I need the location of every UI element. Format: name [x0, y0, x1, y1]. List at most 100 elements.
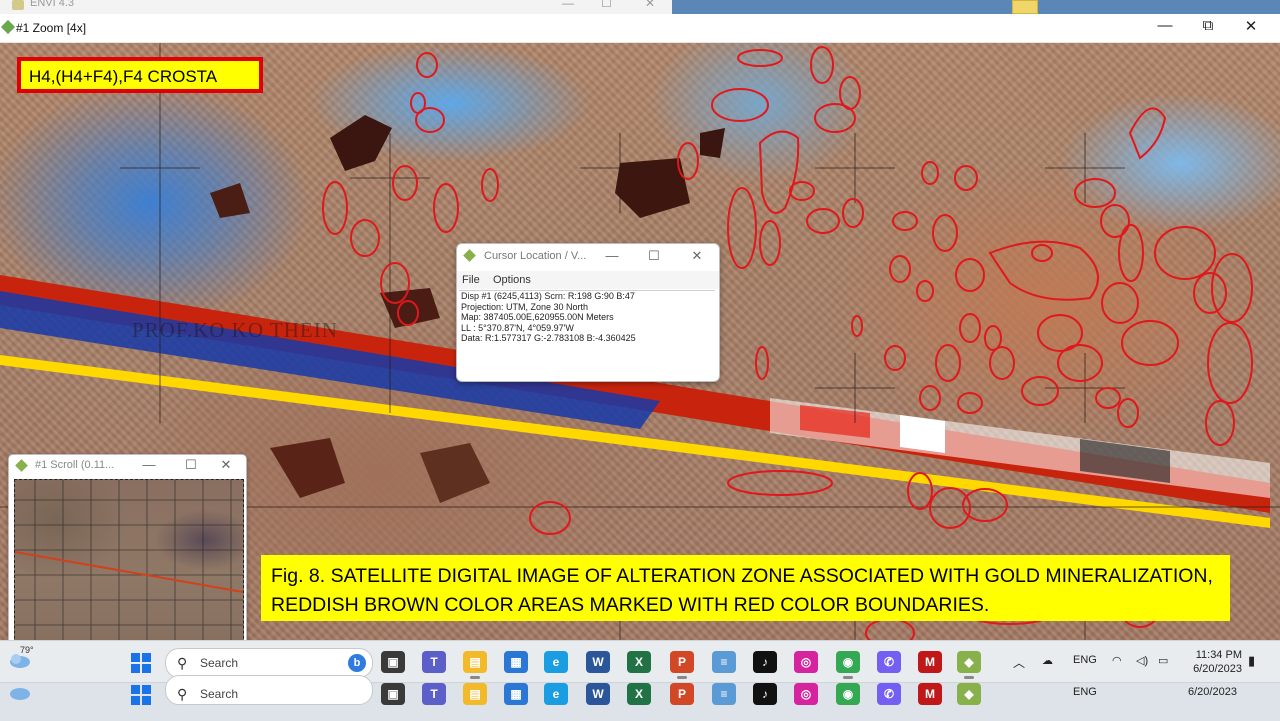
image-title-text: H4,(H4+F4),F4 CROSTA: [29, 67, 218, 86]
envi-icon[interactable]: ◆: [957, 651, 981, 679]
tiktok-icon[interactable]: ♪: [753, 683, 777, 705]
figure-caption-text: Fig. 8. SATELLITE DIGITAL IMAGE OF ALTER…: [271, 565, 1213, 616]
watermark-text: PROF.KO KO THEIN: [132, 318, 338, 342]
microsoft-store-icon[interactable]: ▦: [504, 651, 528, 673]
envi-app-icon: [463, 249, 476, 262]
folder-icon[interactable]: [1012, 0, 1038, 14]
start-button[interactable]: [131, 685, 151, 705]
search-icon: ⚲: [177, 655, 188, 671]
scroll-window[interactable]: #1 Scroll (0.11... — ☐ ✕: [8, 454, 247, 642]
close-icon[interactable]: ✕: [1236, 17, 1266, 35]
instagram-icon[interactable]: ◎: [794, 651, 818, 673]
teams-icon[interactable]: T: [422, 683, 446, 705]
close-icon[interactable]: ✕: [687, 248, 707, 264]
clock-time: 11:34 PM: [1195, 649, 1242, 661]
maximize-icon[interactable]: ☐: [181, 457, 201, 473]
network-status-icon[interactable]: ☁: [1042, 654, 1053, 667]
powerpoint-icon[interactable]: P: [670, 683, 694, 705]
thumbnail-grid: [14, 480, 244, 642]
envi-app-icon: [15, 459, 28, 472]
file-explorer-icon[interactable]: ▤: [463, 651, 487, 679]
envi-icon[interactable]: ◆: [957, 683, 981, 705]
cursor-info-line: Disp #1 (6245,4113) Scrn: R:198 G:90 B:4…: [461, 291, 635, 301]
volume-icon[interactable]: ◁): [1136, 654, 1148, 667]
bing-icon[interactable]: b: [348, 654, 366, 672]
minimize-icon[interactable]: —: [139, 457, 159, 472]
cursor-dialog-title: Cursor Location / V...: [484, 250, 587, 262]
scroll-thumbnail-image[interactable]: [14, 479, 244, 642]
cursor-info-panel: Disp #1 (6245,4113) Scrn: R:198 G:90 B:4…: [459, 290, 715, 379]
wifi-icon[interactable]: ◠: [1112, 654, 1122, 667]
edge-icon[interactable]: e: [544, 651, 568, 673]
restore-icon[interactable]: ⧉: [1193, 17, 1223, 34]
scroll-window-title: #1 Scroll (0.11...: [35, 459, 115, 471]
close-icon[interactable]: ✕: [216, 457, 236, 473]
envi-app-icon: [12, 0, 24, 10]
weather-icon[interactable]: [8, 683, 32, 701]
task-view-icon[interactable]: ▣: [381, 683, 405, 705]
edge-icon[interactable]: e: [544, 683, 568, 705]
minimize-icon[interactable]: —: [562, 0, 574, 10]
menu-options[interactable]: Options: [493, 274, 531, 286]
tiktok-icon[interactable]: ♪: [753, 651, 777, 673]
mcafee-icon[interactable]: M: [918, 651, 942, 673]
desktop-background: [672, 0, 1280, 14]
cursor-info-line: Projection: UTM, Zone 30 North: [461, 301, 589, 312]
notepad-icon[interactable]: ≡: [712, 683, 736, 705]
clock-date: 6/20/2023: [1188, 686, 1237, 698]
language-indicator[interactable]: ENG: [1073, 654, 1097, 666]
zoom-window-title: #1 Zoom [4x]: [16, 21, 87, 35]
language-indicator[interactable]: ENG: [1073, 686, 1097, 698]
powerpoint-icon[interactable]: P: [670, 651, 694, 679]
search-placeholder: Search: [200, 687, 239, 701]
zoom-window: #1 Zoom [4x] — ⧉ ✕ H4,(H4+F4),F4 CROSTA …: [0, 14, 1280, 642]
close-icon[interactable]: ✕: [645, 0, 655, 10]
microsoft-store-icon[interactable]: ▦: [504, 683, 528, 705]
viber-icon[interactable]: ✆: [877, 683, 901, 705]
satellite-image[interactable]: H4,(H4+F4),F4 CROSTA PROF.KO KO THEIN Cu…: [0, 43, 1280, 642]
word-icon[interactable]: W: [586, 651, 610, 673]
cursor-dialog-titlebar[interactable]: Cursor Location / V... — ☐ ✕: [457, 244, 719, 270]
taskbar-search[interactable]: ⚲ Search b: [165, 648, 373, 678]
maximize-icon[interactable]: ☐: [644, 248, 664, 264]
menu-file[interactable]: File: [462, 274, 480, 286]
image-title-box: H4,(H4+F4),F4 CROSTA: [17, 57, 263, 93]
clock-date: 6/20/2023: [1193, 663, 1242, 675]
temperature-label: 79°: [20, 645, 34, 655]
chrome-icon[interactable]: ◉: [836, 683, 860, 705]
figure-caption: Fig. 8. SATELLITE DIGITAL IMAGE OF ALTER…: [261, 555, 1230, 621]
zoom-window-titlebar[interactable]: #1 Zoom [4x] — ⧉ ✕: [0, 14, 1280, 43]
task-view-icon[interactable]: ▣: [381, 651, 405, 673]
file-explorer-icon[interactable]: ▤: [463, 683, 487, 705]
cursor-info-line: LL : 5°370.87'N, 4°059.97'W: [461, 322, 574, 333]
cursor-location-dialog[interactable]: Cursor Location / V... — ☐ ✕ File Option…: [456, 243, 720, 382]
background-envi-window[interactable]: ENVI 4.3 — ☐ ✕: [0, 0, 672, 15]
viber-icon[interactable]: ✆: [877, 651, 901, 673]
chrome-icon[interactable]: ◉: [836, 651, 860, 679]
cursor-info-line: Data: R:1.577317 G:-2.783108 B:-4.360425: [461, 333, 636, 343]
taskbar-duplicate: ⚲ Search ▣ T ▤ ▦ e W X P ≡ ♪ ◎ ◉ ✆ M ◆ ENG 6/20/2023: [0, 675, 1280, 721]
search-icon: ⚲: [177, 686, 188, 702]
notification-icon[interactable]: ▮: [1248, 653, 1255, 669]
system-clock[interactable]: 11:34 PM 6/20/2023: [1184, 648, 1242, 676]
cursor-info-line: Map: 387405.00E,620955.00N Meters: [461, 312, 614, 322]
mcafee-icon[interactable]: M: [918, 683, 942, 705]
word-icon[interactable]: W: [586, 683, 610, 705]
minimize-icon[interactable]: —: [602, 248, 622, 263]
battery-icon[interactable]: ▭: [1158, 654, 1168, 667]
taskbar-search[interactable]: ⚲ Search: [165, 675, 373, 705]
notepad-icon[interactable]: ≡: [712, 651, 736, 673]
excel-icon[interactable]: X: [627, 651, 651, 673]
teams-icon[interactable]: T: [422, 651, 446, 673]
chevron-up-icon[interactable]: ︿: [1013, 654, 1025, 671]
instagram-icon[interactable]: ◎: [794, 683, 818, 705]
scroll-window-titlebar[interactable]: #1 Scroll (0.11... — ☐ ✕: [9, 455, 246, 477]
minimize-icon[interactable]: —: [1150, 17, 1180, 34]
maximize-icon[interactable]: ☐: [601, 0, 612, 10]
excel-icon[interactable]: X: [627, 683, 651, 705]
envi-logo-icon: [0, 19, 16, 35]
search-placeholder: Search: [200, 656, 239, 670]
background-window-title: ENVI 4.3: [30, 0, 75, 9]
start-button[interactable]: [131, 653, 151, 673]
cursor-dialog-menubar: File Options: [457, 271, 719, 289]
